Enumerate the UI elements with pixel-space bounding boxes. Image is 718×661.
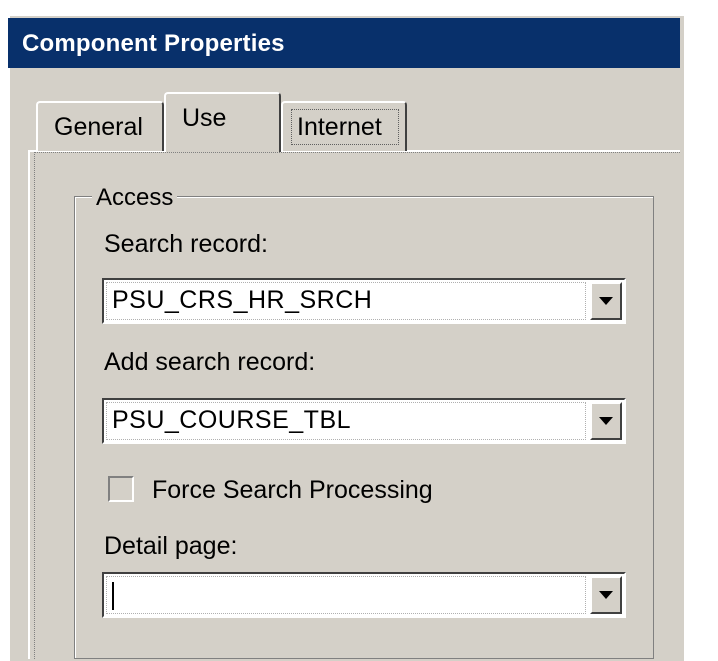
tab-general-label: General — [54, 113, 143, 141]
add-search-record-dropdown-button[interactable] — [590, 402, 622, 440]
add-search-record-combobox[interactable]: PSU_COURSE_TBL — [102, 398, 626, 444]
search-record-combobox[interactable]: PSU_CRS_HR_SRCH — [102, 278, 626, 324]
tab-internet[interactable]: Internet — [281, 101, 407, 151]
tab-general[interactable]: General — [36, 101, 164, 151]
chevron-down-icon — [599, 297, 613, 305]
detail-page-label: Detail page: — [104, 532, 238, 560]
window-title: Component Properties — [22, 30, 285, 57]
detail-page-focus-outline — [106, 576, 586, 614]
text-caret — [112, 582, 114, 610]
add-search-record-label: Add search record: — [104, 348, 316, 376]
tab-internet-label: Internet — [297, 113, 382, 141]
detail-page-dropdown-button[interactable] — [590, 576, 622, 614]
force-search-processing-label: Force Search Processing — [152, 476, 433, 504]
chevron-down-icon — [599, 591, 613, 599]
force-search-processing-checkbox[interactable] — [108, 476, 134, 502]
search-record-label: Search record: — [104, 230, 268, 258]
tab-use[interactable]: Use — [164, 92, 281, 152]
chevron-down-icon — [599, 417, 613, 425]
search-record-dropdown-button[interactable] — [590, 282, 622, 320]
detail-page-combobox[interactable] — [102, 572, 626, 618]
access-group-label: Access — [92, 184, 178, 212]
add-search-record-value: PSU_COURSE_TBL — [112, 406, 352, 434]
search-record-value: PSU_CRS_HR_SRCH — [112, 286, 373, 314]
title-bar[interactable]: Component Properties — [8, 18, 680, 68]
tab-use-label: Use — [182, 104, 227, 132]
